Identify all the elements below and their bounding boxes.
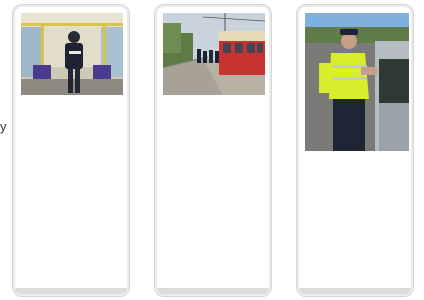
traffic-check-photo xyxy=(305,13,409,151)
photo-thumbnail[interactable] xyxy=(21,13,123,95)
gallery-card[interactable] xyxy=(154,4,272,297)
tram-platform-photo xyxy=(163,13,265,95)
photo-thumbnail[interactable] xyxy=(305,13,409,151)
tram-interior-photo xyxy=(21,13,123,95)
truncated-text: y xyxy=(0,119,7,134)
photo-thumbnail[interactable] xyxy=(163,13,265,95)
gallery-card[interactable] xyxy=(12,4,130,297)
gallery-card[interactable] xyxy=(296,4,414,297)
